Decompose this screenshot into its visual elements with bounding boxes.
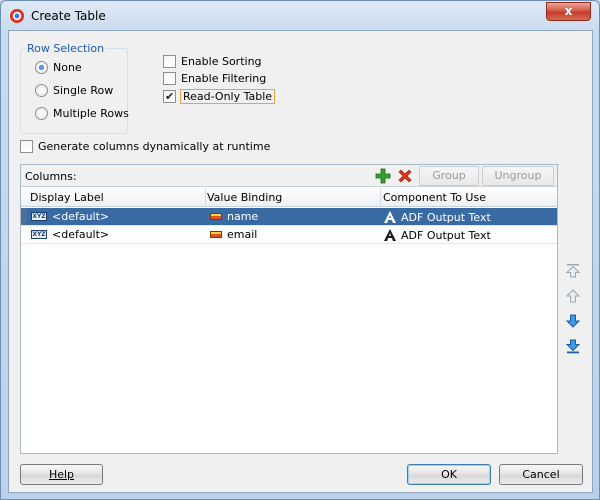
ungroup-button[interactable]: Ungroup [482, 166, 554, 186]
columns-toolbar: Columns: Group Ungroup [21, 165, 557, 187]
ok-button[interactable]: OK [407, 464, 491, 485]
value-binding-cell[interactable]: email [210, 228, 257, 241]
help-button[interactable]: Help [20, 464, 103, 485]
ok-label: OK [441, 468, 457, 481]
value-binding-cell[interactable]: name [210, 210, 258, 223]
attribute-binding-icon [210, 213, 222, 220]
enable-filtering-checkbox[interactable]: Enable Filtering [163, 70, 266, 86]
adf-output-text-icon [384, 211, 396, 223]
row-selection-label: Row Selection [25, 42, 107, 55]
oracle-logo-icon [10, 9, 24, 23]
column-separator[interactable] [205, 188, 206, 207]
adf-output-text-icon [384, 229, 396, 241]
close-button[interactable]: x [546, 2, 591, 21]
xyz-text-icon: XYZ [31, 212, 47, 221]
radio-single-row[interactable]: Single Row [35, 82, 113, 98]
columns-label: Columns: [25, 170, 77, 183]
group-label: Group [432, 169, 466, 182]
group-button[interactable]: Group [419, 166, 479, 186]
row-divider [21, 243, 557, 244]
radio-multiple-rows-label: Multiple Rows [53, 106, 129, 120]
cancel-label: Cancel [522, 468, 560, 481]
generate-columns-label: Generate columns dynamically at runtime [38, 139, 271, 153]
delete-x-icon[interactable] [397, 168, 413, 184]
display-label-value: <default> [52, 228, 110, 241]
table-row[interactable]: XYZ <default> email ADF Output Text [21, 226, 557, 243]
component-value: ADF Output Text [401, 210, 491, 224]
read-only-table-checkbox[interactable]: Read-Only Table [163, 88, 276, 104]
generate-columns-checkbox[interactable]: Generate columns dynamically at runtime [20, 138, 270, 154]
radio-none-label: None [53, 60, 82, 74]
close-icon: x [564, 4, 573, 18]
radio-multiple-rows[interactable]: Multiple Rows [35, 105, 129, 121]
display-label-cell[interactable]: XYZ <default> [31, 228, 109, 241]
add-plus-icon[interactable] [375, 168, 391, 184]
columns-panel: Columns: Group Ungroup Display Label Val… [20, 164, 558, 454]
move-down-icon[interactable] [565, 313, 581, 329]
component-cell[interactable]: ADF Output Text [383, 210, 491, 224]
enable-sorting-label: Enable Sorting [181, 54, 262, 68]
radio-button-checked[interactable] [35, 60, 48, 74]
ungroup-label: Ungroup [494, 169, 542, 182]
create-table-dialog: Create Table x Row Selection None Single… [0, 0, 600, 500]
checkbox[interactable] [163, 71, 176, 85]
radio-none[interactable]: None [35, 59, 82, 75]
radio-button[interactable] [35, 83, 48, 97]
column-separator[interactable] [380, 188, 381, 207]
checkbox[interactable] [20, 139, 33, 153]
header-value-binding[interactable]: Value Binding [207, 191, 282, 204]
radio-button[interactable] [35, 106, 48, 120]
dialog-title: Create Table [31, 9, 106, 23]
help-label: Help [48, 468, 75, 481]
display-label-value: <default> [52, 210, 110, 223]
cancel-button[interactable]: Cancel [499, 464, 583, 485]
move-top-icon[interactable] [565, 263, 581, 279]
component-value: ADF Output Text [401, 228, 491, 242]
radio-single-row-label: Single Row [53, 83, 114, 97]
move-up-icon[interactable] [565, 288, 581, 304]
checkbox-checked[interactable] [163, 89, 176, 103]
dialog-body: Row Selection None Single Row Multiple R… [8, 30, 593, 493]
value-binding-value: name [227, 210, 259, 223]
display-label-cell[interactable]: XYZ <default> [31, 210, 109, 223]
xyz-text-icon: XYZ [31, 230, 47, 239]
columns-table-header: Display Label Value Binding Component To… [21, 188, 557, 207]
attribute-binding-icon [210, 231, 222, 238]
enable-sorting-checkbox[interactable]: Enable Sorting [163, 53, 262, 69]
checkbox[interactable] [163, 54, 176, 68]
title-bar[interactable]: Create Table x [1, 1, 599, 31]
move-bottom-icon[interactable] [565, 338, 581, 354]
read-only-table-label: Read-Only Table [179, 88, 276, 104]
value-binding-value: email [227, 228, 258, 241]
table-row[interactable]: XYZ <default> name ADF Output Text [21, 208, 557, 225]
header-component-to-use[interactable]: Component To Use [383, 191, 486, 204]
enable-filtering-label: Enable Filtering [181, 71, 267, 85]
row-gutter [21, 208, 27, 225]
component-cell[interactable]: ADF Output Text [383, 228, 491, 242]
header-display-label[interactable]: Display Label [30, 191, 104, 204]
